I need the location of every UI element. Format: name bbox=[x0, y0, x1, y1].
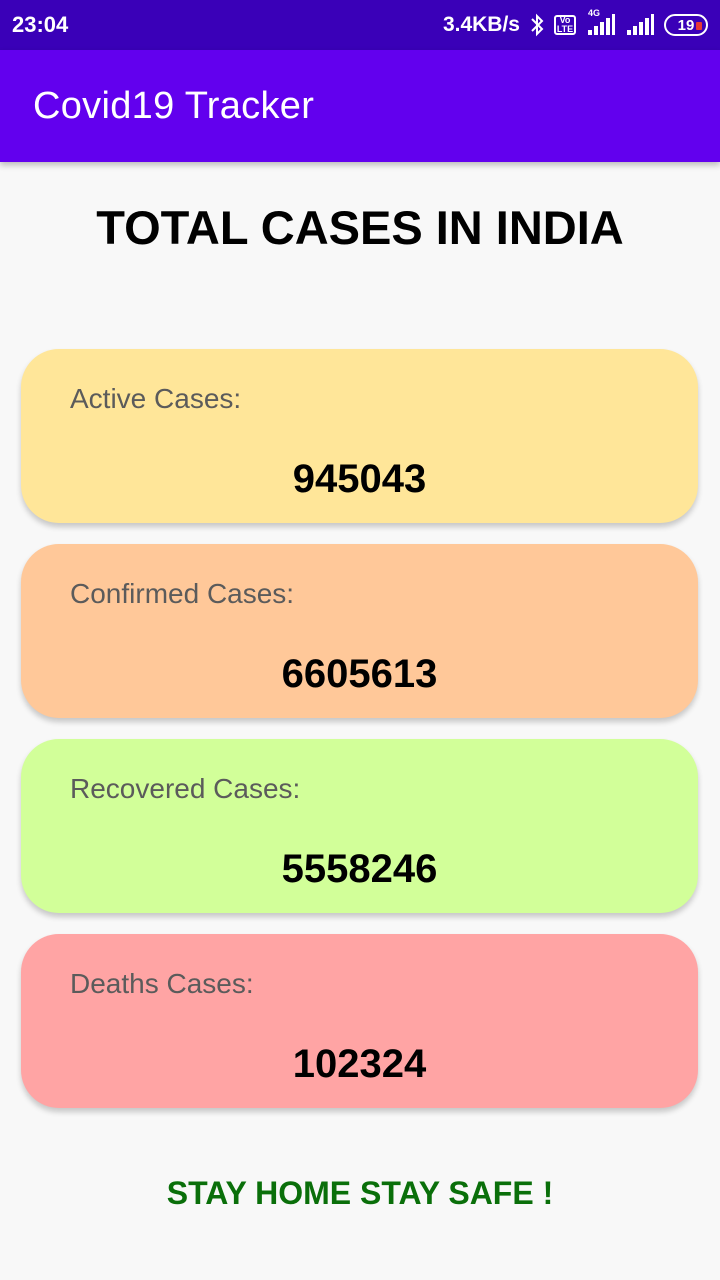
status-icons: 3.4KB/s Vo LTE 4G 19 bbox=[442, 8, 708, 37]
page-title: TOTAL CASES IN INDIA bbox=[96, 201, 624, 254]
confirmed-cases-card: Confirmed Cases: 6605613 bbox=[21, 544, 698, 718]
battery-level: 19 bbox=[677, 16, 695, 34]
bluetooth-icon bbox=[530, 13, 544, 37]
deaths-cases-label: Deaths Cases: bbox=[70, 968, 254, 999]
app-title: Covid19 Tracker bbox=[33, 84, 315, 127]
confirmed-cases-value: 6605613 bbox=[281, 652, 438, 696]
signal-icon: 4G bbox=[586, 8, 616, 36]
footer-message: STAY HOME STAY SAFE ! bbox=[166, 1175, 554, 1211]
deaths-cases-value: 102324 bbox=[292, 1042, 427, 1086]
active-cases-label: Active Cases: bbox=[70, 383, 242, 414]
recovered-cases-label: Recovered Cases: bbox=[70, 773, 301, 804]
signal-icon bbox=[626, 14, 654, 36]
app-bar: Covid19 Tracker bbox=[0, 50, 720, 162]
confirmed-cases-label: Confirmed Cases: bbox=[70, 578, 295, 609]
volte-icon: Vo LTE bbox=[554, 15, 576, 35]
network-speed: 3.4KB/s bbox=[442, 13, 520, 36]
active-cases-card: Active Cases: 945043 bbox=[21, 349, 698, 523]
status-time: 23:04 bbox=[12, 12, 69, 37]
battery-icon: 19 bbox=[664, 14, 708, 36]
recovered-cases-card: Recovered Cases: 5558246 bbox=[21, 739, 698, 913]
active-cases-value: 945043 bbox=[292, 457, 427, 501]
deaths-cases-card: Deaths Cases: 102324 bbox=[21, 934, 698, 1108]
recovered-cases-value: 5558246 bbox=[281, 847, 438, 891]
network-type-label: 4G bbox=[588, 8, 601, 18]
status-bar: 23:04 3.4KB/s Vo LTE 4G 19 bbox=[0, 0, 720, 50]
volte-bottom-label: LTE bbox=[556, 24, 574, 34]
